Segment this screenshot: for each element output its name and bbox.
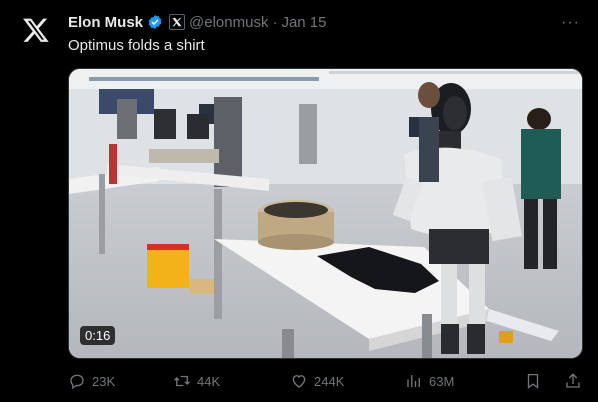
reply-count: 23K [92, 373, 116, 389]
separator-dot: · [272, 13, 278, 31]
share-button[interactable] [564, 372, 582, 390]
x-logo-icon[interactable] [22, 16, 50, 44]
tweet-date[interactable]: Jan 15 [281, 14, 326, 31]
views-button[interactable]: 63M [405, 372, 523, 390]
repost-button[interactable]: 44K [173, 372, 290, 390]
repost-count: 44K [197, 373, 221, 389]
share-icon [566, 373, 580, 388]
like-count: 244K [314, 373, 345, 389]
tweet-header: Elon Musk @elonmusk · Jan 15 [68, 12, 327, 32]
author-name[interactable]: Elon Musk [68, 14, 143, 31]
more-options-icon[interactable]: ··· [561, 14, 580, 32]
tweet-action-bar: 23K 44K 244K 63M [68, 370, 582, 392]
video-timecode: 0:16 [80, 326, 116, 345]
like-button[interactable]: 244K [290, 372, 405, 390]
heart-icon [292, 375, 306, 388]
video-player[interactable] [68, 68, 583, 359]
tweet-text: Optimus folds a shirt [68, 37, 205, 54]
verified-badge-icon [147, 14, 163, 30]
views-chart-icon [407, 375, 420, 387]
repost-icon [174, 375, 190, 387]
bookmark-button[interactable] [524, 372, 542, 390]
reply-button[interactable]: 23K [68, 372, 173, 390]
x-affiliation-icon[interactable] [169, 14, 186, 30]
bookmark-icon [527, 373, 539, 389]
reply-icon [70, 374, 84, 390]
author-handle[interactable]: @elonmusk [189, 14, 268, 31]
view-count: 63M [429, 373, 455, 389]
